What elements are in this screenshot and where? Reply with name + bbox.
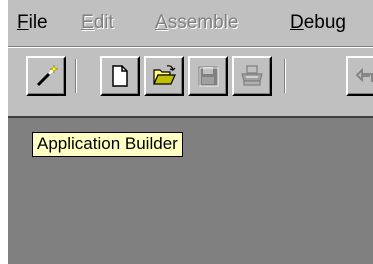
menu-debug-rest: ebug bbox=[303, 12, 347, 33]
print-button[interactable] bbox=[232, 56, 272, 96]
open-folder-button[interactable] bbox=[144, 56, 184, 96]
undo-button[interactable] bbox=[346, 56, 373, 96]
app-window: File Edit Assemble Debug Application Bui… bbox=[8, 0, 373, 264]
menu-debug-mnemonic: D bbox=[290, 12, 304, 33]
menu-debug[interactable]: Debug bbox=[290, 12, 346, 34]
menu-assemble[interactable]: Assemble bbox=[155, 12, 238, 34]
tooltip: Application Builder bbox=[32, 132, 183, 157]
menu-file-mnemonic: F bbox=[17, 12, 29, 33]
menu-assemble-mnemonic: A bbox=[155, 12, 168, 33]
menu-edit-mnemonic: E bbox=[81, 12, 94, 33]
new-document-button[interactable] bbox=[100, 56, 140, 96]
toolbar-separator bbox=[75, 59, 77, 93]
save-button[interactable] bbox=[188, 56, 228, 96]
toolbar bbox=[8, 46, 373, 117]
menu-edit[interactable]: Edit bbox=[81, 12, 114, 34]
menu-assemble-rest: ssemble bbox=[167, 12, 239, 33]
application-builder-button[interactable] bbox=[26, 56, 66, 96]
toolbar-separator bbox=[284, 59, 286, 93]
menu-bar: File Edit Assemble Debug bbox=[8, 0, 373, 46]
menu-file-rest: ile bbox=[28, 12, 48, 33]
menu-file[interactable]: File bbox=[17, 12, 48, 34]
menu-edit-rest: dit bbox=[93, 12, 114, 33]
